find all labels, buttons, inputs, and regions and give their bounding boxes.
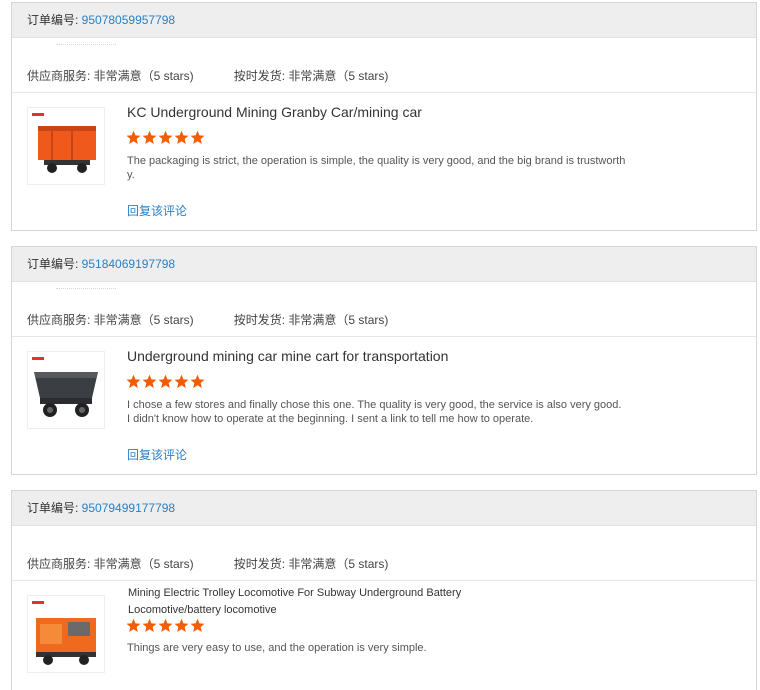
review-card: 订单编号: 95078059957798 供应商服务: 非常满意（5 stars… — [11, 2, 757, 231]
star-icon — [142, 130, 157, 144]
order-header: 订单编号: 95184069197798 — [12, 247, 756, 282]
star-icon — [142, 618, 157, 632]
star-icon — [126, 130, 141, 144]
star-icon — [190, 618, 205, 632]
order-label: 订单编号: — [27, 501, 82, 515]
order-number[interactable]: 95078059957798 — [82, 13, 175, 27]
on-time-shipping-rating: 按时发货: 非常满意（5 stars) — [233, 69, 389, 83]
supplier-service-rating: 供应商服务: 非常满意（5 stars) — [27, 557, 194, 571]
on-time-shipping-rating: 按时发货: 非常满意（5 stars) — [233, 557, 389, 571]
star-icon — [174, 130, 189, 144]
ratings-row: 供应商服务: 非常满意（5 stars) 按时发货: 非常满意（5 stars) — [12, 38, 756, 93]
cropped-text-fragment — [56, 288, 116, 292]
product-image[interactable] — [27, 595, 105, 673]
star-icon — [158, 618, 173, 632]
order-number[interactable]: 95079499177798 — [82, 501, 175, 515]
star-rating — [126, 130, 205, 145]
star-icon — [190, 374, 205, 388]
on-time-shipping-rating: 按时发货: 非常满意（5 stars) — [233, 313, 389, 327]
star-icon — [158, 130, 173, 144]
order-header: 订单编号: 95079499177798 — [12, 491, 756, 526]
review-card: 订单编号: 95184069197798 供应商服务: 非常满意（5 stars… — [11, 246, 757, 475]
order-header: 订单编号: 95078059957798 — [12, 3, 756, 38]
cropped-text-fragment — [56, 44, 116, 48]
star-rating — [126, 618, 205, 633]
product-title[interactable]: Underground mining car mine cart for tra… — [127, 348, 448, 364]
star-icon — [190, 130, 205, 144]
star-icon — [174, 374, 189, 388]
order-label: 订单编号: — [27, 257, 82, 271]
supplier-service-rating: 供应商服务: 非常满意（5 stars) — [27, 69, 194, 83]
supplier-service-rating: 供应商服务: 非常满意（5 stars) — [27, 313, 194, 327]
review-comment: The packaging is strict, the operation i… — [127, 155, 626, 181]
review-comment: Things are very easy to use, and the ope… — [127, 642, 427, 654]
star-icon — [174, 618, 189, 632]
star-icon — [126, 374, 141, 388]
reply-link[interactable]: 回复该评论 — [127, 202, 187, 219]
ratings-row: 供应商服务: 非常满意（5 stars) 按时发货: 非常满意（5 stars) — [12, 526, 756, 581]
star-icon — [158, 374, 173, 388]
order-label: 订单编号: — [27, 13, 82, 27]
star-icon — [142, 374, 157, 388]
ratings-row: 供应商服务: 非常满意（5 stars) 按时发货: 非常满意（5 stars) — [12, 282, 756, 337]
product-title[interactable]: KC Underground Mining Granby Car/mining … — [127, 104, 422, 120]
review-comment: I chose a few stores and finally chose t… — [127, 399, 622, 425]
star-icon — [126, 618, 141, 632]
order-number[interactable]: 95184069197798 — [82, 257, 175, 271]
product-title[interactable]: Mining Electric Trolley Locomotive For S… — [128, 585, 488, 619]
product-image[interactable] — [27, 351, 105, 429]
review-card: 订单编号: 95079499177798 供应商服务: 非常满意（5 stars… — [11, 490, 757, 690]
reply-link[interactable]: 回复该评论 — [127, 446, 187, 463]
product-image[interactable] — [27, 107, 105, 185]
star-rating — [126, 374, 205, 389]
